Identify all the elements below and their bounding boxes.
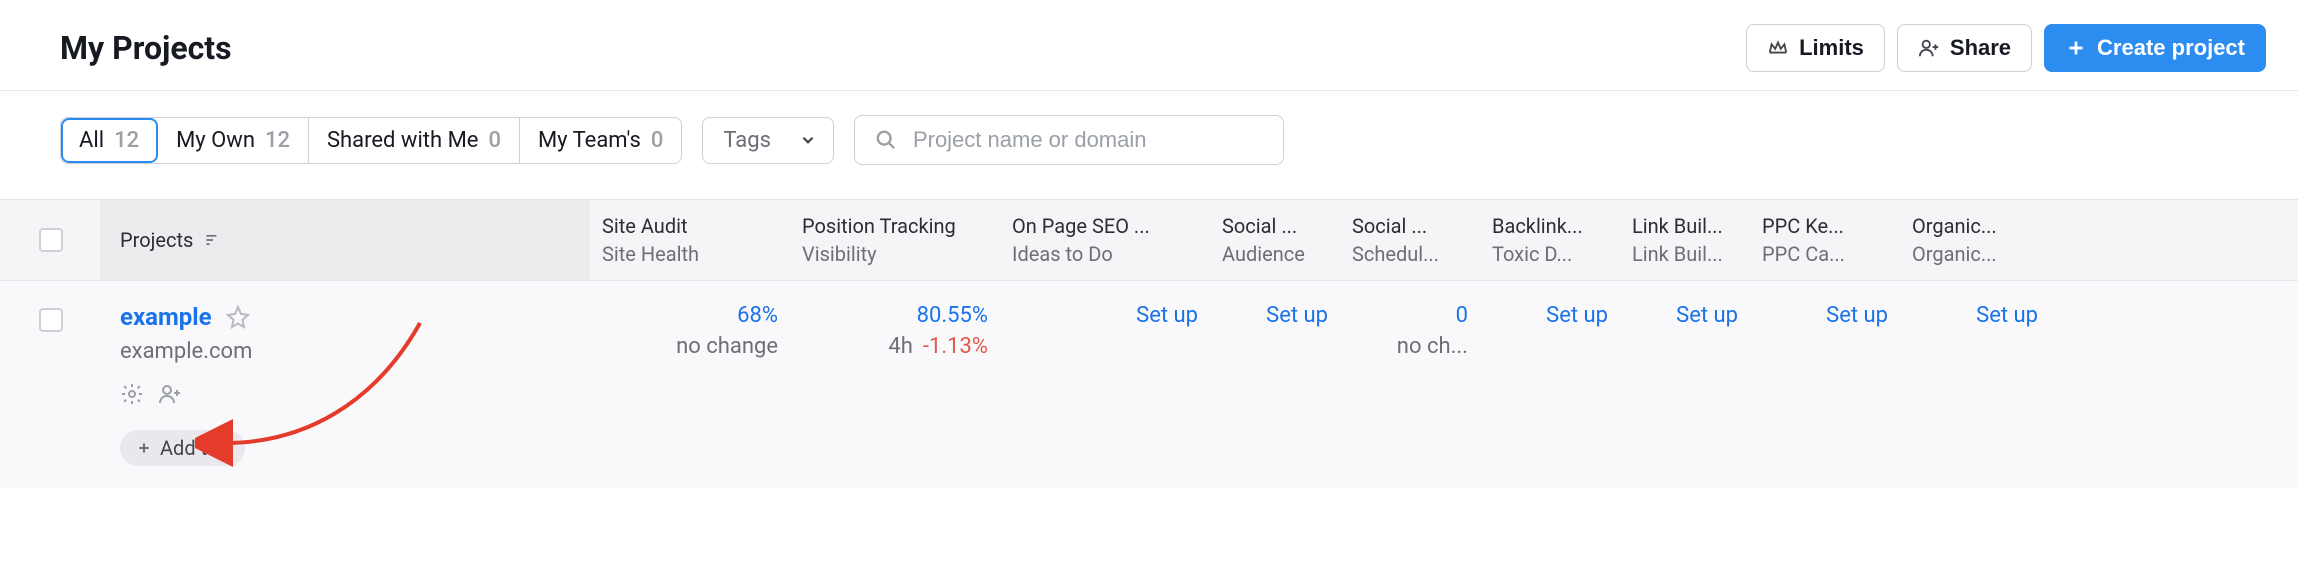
- col-soc1-main: Social ...: [1222, 214, 1328, 238]
- limits-label: Limits: [1799, 35, 1864, 61]
- search-icon: [875, 129, 897, 151]
- col-audit-sub: Site Health: [602, 242, 778, 266]
- filter-shared[interactable]: Shared with Me 0: [309, 118, 520, 163]
- filter-team-count: 0: [651, 128, 664, 153]
- share-button[interactable]: Share: [1897, 24, 2032, 72]
- filter-all-count: 12: [114, 128, 139, 153]
- create-project-label: Create project: [2097, 35, 2245, 61]
- crown-icon: [1767, 37, 1789, 59]
- plus-icon: [2065, 37, 2087, 59]
- col-ppc-header[interactable]: PPC Ke... PPC Ca...: [1750, 200, 1900, 280]
- col-org-main: Organic...: [1912, 214, 2038, 238]
- social1-setup-link[interactable]: Set up: [1266, 303, 1328, 328]
- linkbuilding-setup-link[interactable]: Set up: [1676, 303, 1738, 328]
- star-icon[interactable]: [226, 305, 250, 329]
- audit-change: no change: [676, 334, 778, 359]
- page-title: My Projects: [60, 29, 232, 67]
- col-ppc-sub: PPC Ca...: [1762, 242, 1888, 266]
- col-social1-header[interactable]: Social ... Audience: [1210, 200, 1340, 280]
- organic-setup-link[interactable]: Set up: [1976, 303, 2038, 328]
- sort-icon: [203, 230, 223, 250]
- share-label: Share: [1950, 35, 2011, 61]
- position-value[interactable]: 80.55%: [917, 303, 988, 328]
- col-pos-main: Position Tracking: [802, 214, 988, 238]
- audit-value[interactable]: 68%: [737, 303, 778, 328]
- backlink-setup-link[interactable]: Set up: [1546, 303, 1608, 328]
- col-org-sub: Organic...: [1912, 242, 2038, 266]
- filter-shared-label: Shared with Me: [327, 128, 478, 153]
- col-back-main: Backlink...: [1492, 214, 1608, 238]
- tags-label: Tags: [723, 128, 771, 153]
- col-audit-header[interactable]: Site Audit Site Health: [590, 200, 790, 280]
- select-all-checkbox[interactable]: [39, 228, 63, 252]
- col-soc2-main: Social ...: [1352, 214, 1468, 238]
- col-back-sub: Toxic D...: [1492, 242, 1608, 266]
- filter-shared-count: 0: [488, 128, 501, 153]
- filter-my-own[interactable]: My Own 12: [158, 118, 309, 163]
- table-header: Projects Site Audit Site Health Position…: [0, 199, 2298, 281]
- add-member-icon[interactable]: [158, 382, 182, 406]
- add-tag-label: Add tag: [160, 436, 229, 460]
- col-projects-header[interactable]: Projects: [100, 200, 590, 280]
- create-project-button[interactable]: Create project: [2044, 24, 2266, 72]
- filter-own-count: 12: [265, 128, 290, 153]
- filter-team[interactable]: My Team's 0: [520, 118, 681, 163]
- limits-button[interactable]: Limits: [1746, 24, 1885, 72]
- gear-icon[interactable]: [120, 382, 144, 406]
- col-position-header[interactable]: Position Tracking Visibility: [790, 200, 1000, 280]
- search-input[interactable]: [911, 126, 1263, 154]
- col-seo-main: On Page SEO ...: [1012, 214, 1198, 238]
- filter-team-label: My Team's: [538, 128, 641, 153]
- col-social2-header[interactable]: Social ... Schedul...: [1340, 200, 1480, 280]
- col-backlink-header[interactable]: Backlink... Toxic D...: [1480, 200, 1620, 280]
- social2-value[interactable]: 0: [1456, 303, 1468, 328]
- col-pos-sub: Visibility: [802, 242, 988, 266]
- project-domain: example.com: [120, 339, 570, 364]
- onpage-setup-link[interactable]: Set up: [1136, 303, 1198, 328]
- col-link-main: Link Buil...: [1632, 214, 1738, 238]
- project-name-link[interactable]: example: [120, 303, 212, 331]
- tags-dropdown[interactable]: Tags: [702, 117, 834, 164]
- chevron-down-icon: [799, 131, 817, 149]
- table-row: example example.com Add tag 68% no chang…: [0, 281, 2298, 488]
- plus-icon: [136, 440, 152, 456]
- position-delta: -1.13%: [923, 334, 988, 359]
- col-soc1-sub: Audience: [1222, 242, 1328, 266]
- position-time: 4h: [888, 334, 912, 359]
- col-link-sub: Link Buil...: [1632, 242, 1738, 266]
- col-ppc-main: PPC Ke...: [1762, 214, 1888, 238]
- filter-all-label: All: [79, 128, 104, 153]
- col-seo-sub: Ideas to Do: [1012, 242, 1198, 266]
- col-audit-main: Site Audit: [602, 214, 778, 238]
- filter-own-label: My Own: [176, 128, 255, 153]
- col-projects-label: Projects: [120, 228, 193, 252]
- add-person-icon: [1918, 37, 1940, 59]
- filter-all[interactable]: All 12: [61, 118, 158, 163]
- scope-filter-group: All 12 My Own 12 Shared with Me 0 My Tea…: [60, 117, 682, 164]
- social2-change: no ch...: [1397, 334, 1468, 359]
- col-soc2-sub: Schedul...: [1352, 242, 1468, 266]
- add-tag-button[interactable]: Add tag: [120, 430, 245, 466]
- ppc-setup-link[interactable]: Set up: [1826, 303, 1888, 328]
- search-box[interactable]: [854, 115, 1284, 165]
- col-organic-header[interactable]: Organic... Organic...: [1900, 200, 2050, 280]
- row-checkbox[interactable]: [39, 308, 63, 332]
- col-onpage-header[interactable]: On Page SEO ... Ideas to Do: [1000, 200, 1210, 280]
- col-link-header[interactable]: Link Buil... Link Buil...: [1620, 200, 1750, 280]
